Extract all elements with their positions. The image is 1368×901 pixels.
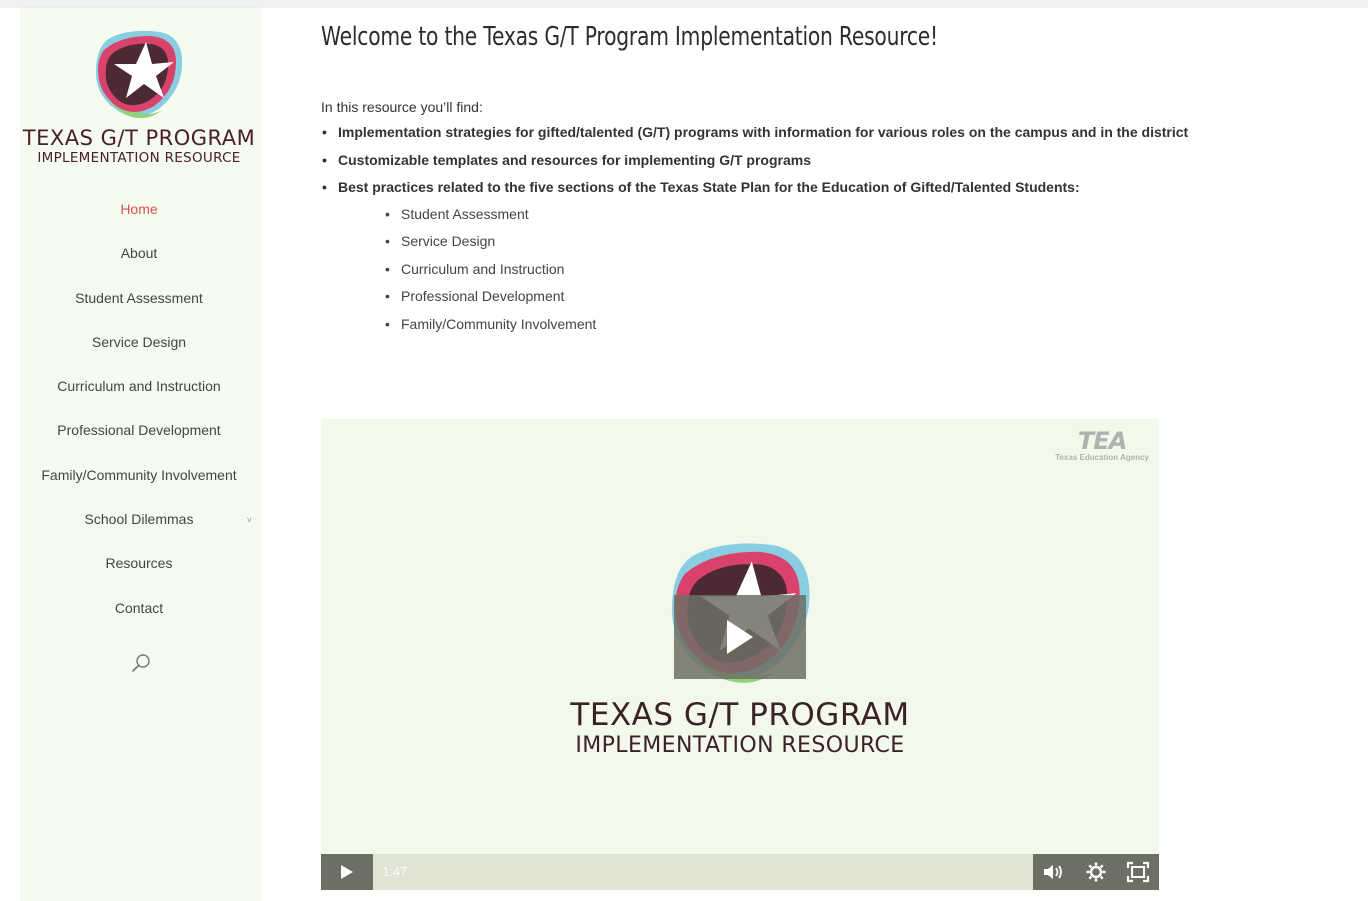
star-logo-icon [96,30,183,119]
list-item: Best practices related to the five secti… [321,177,1188,205]
site-logo[interactable]: TEXAS G/T PROGRAM IMPLEMENTATION RESOURC… [20,26,258,176]
play-button[interactable] [321,854,373,890]
volume-icon[interactable] [1041,861,1065,883]
page-title: Welcome to the Texas G/T Program Impleme… [321,22,938,52]
fullscreen-icon[interactable] [1126,861,1150,883]
nav-item-about[interactable]: About [20,238,258,282]
big-play-button[interactable] [674,595,806,679]
video-player[interactable]: TEA Texas Education Agency TEXAS G/T PRO… [321,419,1159,890]
chevron-down-icon[interactable]: ˅ [247,505,252,535]
nav-item-label: School Dilemmas [84,511,194,528]
video-title: TEXAS G/T PROGRAM [570,697,910,733]
nav-item-curriculum-instruction[interactable]: Curriculum and Instruction [20,371,258,415]
control-buttons [1033,854,1159,890]
list-item: Curriculum and Instruction [384,259,596,286]
logo-subtitle: IMPLEMENTATION RESOURCE [37,150,241,166]
tea-logo: TEA Texas Education Agency [1055,429,1149,463]
left-gutter [0,8,20,901]
progress-bar[interactable]: 1:47 [373,854,1033,890]
play-icon [341,865,353,879]
state-plan-sections-list: Student Assessment Service Design Curric… [384,204,596,341]
feature-list: Implementation strategies for gifted/tal… [321,122,1188,205]
list-item: Professional Development [384,286,596,313]
nav-item-service-design[interactable]: Service Design [20,327,258,371]
list-item: Family/Community Involvement [384,314,596,341]
nav-item-professional-development[interactable]: Professional Development [20,415,258,459]
nav-item-family-community[interactable]: Family/Community Involvement [20,460,258,504]
list-item: Implementation strategies for gifted/tal… [321,122,1188,150]
video-controls: 1:47 [321,854,1159,890]
video-subtitle: IMPLEMENTATION RESOURCE [575,733,905,758]
list-item: Student Assessment [384,204,596,231]
search-icon[interactable] [130,652,152,674]
nav-item-student-assessment[interactable]: Student Assessment [20,283,258,327]
list-item: Service Design [384,231,596,258]
page-top-edge [0,0,1368,8]
nav-item-contact[interactable]: Contact [20,593,258,637]
play-icon [727,620,753,654]
nav-item-school-dilemmas[interactable]: School Dilemmas ˅ [20,504,258,548]
main-nav: Home About Student Assessment Service De… [20,194,258,637]
tea-brand: TEA [1077,427,1127,455]
settings-icon[interactable] [1084,861,1108,883]
nav-item-home[interactable]: Home [20,194,258,238]
nav-item-resources[interactable]: Resources [20,548,258,592]
intro-text: In this resource you’ll find: [321,99,483,115]
video-duration: 1:47 [382,864,408,879]
tea-brand-sub: Texas Education Agency [1055,453,1149,462]
logo-title: TEXAS G/T PROGRAM [22,126,256,150]
sidebar: TEXAS G/T PROGRAM IMPLEMENTATION RESOURC… [20,8,258,901]
list-item: Customizable templates and resources for… [321,150,1188,178]
